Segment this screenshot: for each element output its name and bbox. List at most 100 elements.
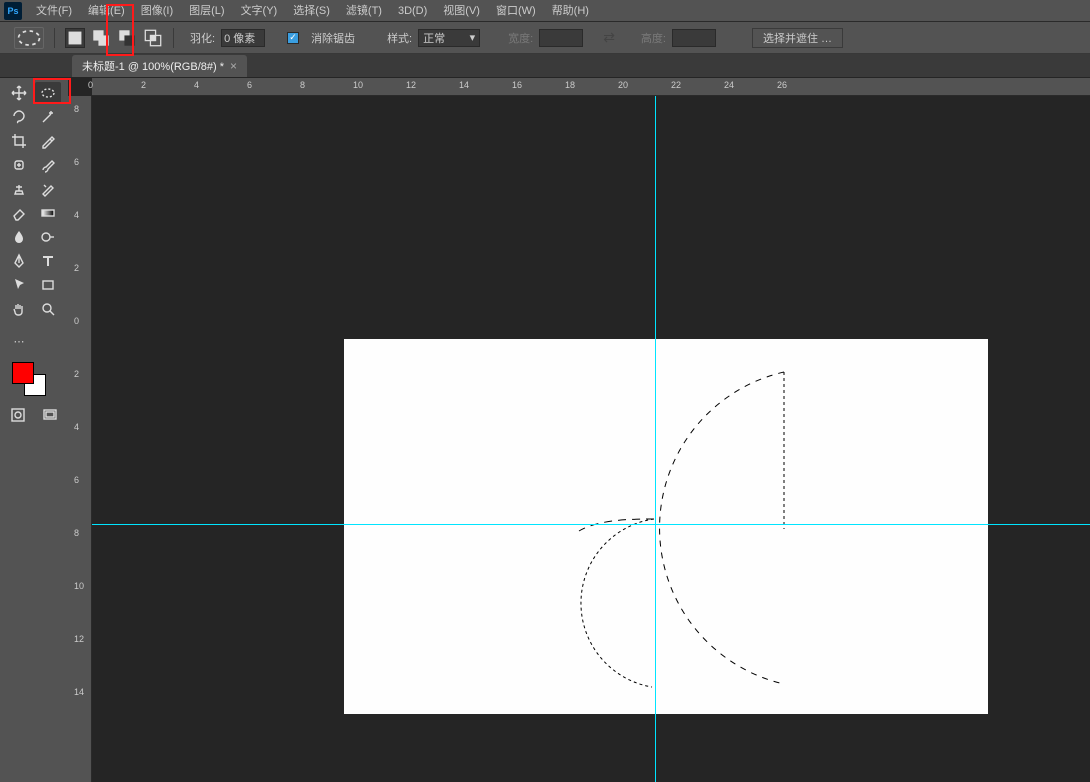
- ruler-tick: 12: [406, 80, 416, 90]
- ruler-tick: 10: [353, 80, 363, 90]
- ruler-tick: 18: [565, 80, 575, 90]
- crop-tool[interactable]: [6, 130, 32, 152]
- ruler-tick: 24: [724, 80, 734, 90]
- ruler-tick: 8: [74, 104, 79, 114]
- feather-label: 羽化:: [190, 30, 215, 46]
- style-select[interactable]: 正常 ▾: [418, 29, 480, 47]
- select-and-mask-button[interactable]: 选择并遮住 …: [752, 28, 843, 48]
- ruler-horizontal[interactable]: 02468101214161820222426: [92, 78, 1090, 96]
- menu-file[interactable]: 文件(F): [28, 0, 80, 22]
- menu-bar: Ps 文件(F) 编辑(E) 图像(I) 图层(L) 文字(Y) 选择(S) 滤…: [0, 0, 1090, 22]
- selection-subtract-button[interactable]: [117, 28, 137, 48]
- menu-select[interactable]: 选择(S): [285, 0, 338, 22]
- selection-add-button[interactable]: [91, 28, 111, 48]
- chevron-down-icon: ▾: [470, 31, 476, 44]
- dodge-tool[interactable]: [35, 226, 61, 248]
- ruler-tick: 16: [512, 80, 522, 90]
- selection-new-button[interactable]: [65, 28, 85, 48]
- move-tool[interactable]: [6, 82, 32, 104]
- gradient-tool[interactable]: [35, 202, 61, 224]
- menu-image[interactable]: 图像(I): [133, 0, 181, 22]
- feather-input[interactable]: [221, 29, 265, 47]
- union-icon: [92, 29, 110, 47]
- ruler-tick: 4: [74, 422, 79, 432]
- eyedropper-tool[interactable]: [35, 130, 61, 152]
- spot-heal-tool[interactable]: [6, 154, 32, 176]
- menu-type[interactable]: 文字(Y): [233, 0, 286, 22]
- separator: [54, 28, 55, 48]
- menu-window[interactable]: 窗口(W): [488, 0, 544, 22]
- menu-layer[interactable]: 图层(L): [181, 0, 232, 22]
- ruler-vertical[interactable]: 8 6 4 2 0 2 4 6 8 10 12 14: [68, 96, 92, 782]
- brush-tool[interactable]: [35, 154, 61, 176]
- style-value: 正常: [423, 30, 445, 46]
- ruler-tick: 2: [74, 369, 79, 379]
- ruler-tick: 0: [88, 80, 93, 90]
- selection-marquee-small: [544, 509, 724, 699]
- pen-tool[interactable]: [6, 250, 32, 272]
- quick-mask-toggle[interactable]: [6, 404, 30, 426]
- foreground-color-swatch[interactable]: [12, 362, 34, 384]
- guide-vertical[interactable]: [655, 96, 656, 782]
- path-select-tool[interactable]: [6, 274, 32, 296]
- rectangle-tool[interactable]: [35, 274, 61, 296]
- toolbox: ⋯: [0, 78, 68, 430]
- ruler-tick: 22: [671, 80, 681, 90]
- ruler-tick: 10: [74, 581, 84, 591]
- ellipse-marquee-tool[interactable]: [35, 82, 61, 104]
- document-tab-title: 未标题-1 @ 100%(RGB/8#) *: [82, 58, 224, 74]
- antialias-checkbox[interactable]: ✓: [287, 32, 299, 44]
- document-canvas[interactable]: [344, 339, 988, 714]
- eraser-tool[interactable]: [6, 202, 32, 224]
- ruler-tick: 8: [74, 528, 79, 538]
- ruler-tick: 6: [247, 80, 252, 90]
- ruler-tick: 4: [74, 210, 79, 220]
- swap-dimensions-icon: ⇄: [603, 29, 615, 46]
- intersect-icon: [144, 29, 162, 47]
- canvas-viewport[interactable]: [92, 96, 1090, 782]
- menu-filter[interactable]: 滤镜(T): [338, 0, 390, 22]
- hand-tool[interactable]: [6, 298, 32, 320]
- close-icon[interactable]: ×: [230, 59, 237, 73]
- history-brush-tool[interactable]: [35, 178, 61, 200]
- ruler-tick: 4: [194, 80, 199, 90]
- ruler-tick: 12: [74, 634, 84, 644]
- options-bar: 羽化: ✓ 消除锯齿 样式: 正常▾ 宽度: ⇄ 高度: 选择并遮住 …: [0, 22, 1090, 54]
- menu-view[interactable]: 视图(V): [435, 0, 488, 22]
- color-swatches[interactable]: [6, 354, 62, 398]
- height-label: 高度:: [641, 30, 666, 46]
- document-tab-row: 未标题-1 @ 100%(RGB/8#) * ×: [0, 54, 1090, 78]
- menu-edit[interactable]: 编辑(E): [80, 0, 133, 22]
- menu-help[interactable]: 帮助(H): [544, 0, 597, 22]
- separator: [173, 28, 174, 48]
- app-logo: Ps: [4, 2, 22, 20]
- ruler-tick: 2: [74, 263, 79, 273]
- ruler-tick: 14: [74, 687, 84, 697]
- guide-horizontal[interactable]: [92, 524, 1090, 525]
- ruler-tick: 14: [459, 80, 469, 90]
- antialias-label: 消除锯齿: [311, 30, 355, 46]
- width-label: 宽度:: [508, 30, 533, 46]
- document-tab[interactable]: 未标题-1 @ 100%(RGB/8#) * ×: [72, 55, 247, 77]
- ruler-tick: 26: [777, 80, 787, 90]
- subtract-icon: [118, 29, 136, 47]
- magic-wand-tool[interactable]: [35, 106, 61, 128]
- toolbox-more[interactable]: ⋯: [6, 330, 32, 352]
- lasso-tool[interactable]: [6, 106, 32, 128]
- screen-mode-toggle[interactable]: [38, 404, 62, 426]
- blur-tool[interactable]: [6, 226, 32, 248]
- ruler-tick: 20: [618, 80, 628, 90]
- width-input: [539, 29, 583, 47]
- clone-stamp-tool[interactable]: [6, 178, 32, 200]
- ruler-tick: 6: [74, 157, 79, 167]
- type-tool[interactable]: [35, 250, 61, 272]
- height-input: [672, 29, 716, 47]
- ruler-tick: 8: [300, 80, 305, 90]
- ruler-tick: 2: [141, 80, 146, 90]
- zoom-tool[interactable]: [35, 298, 61, 320]
- ruler-tick: 0: [74, 316, 79, 326]
- ruler-tick: 6: [74, 475, 79, 485]
- selection-intersect-button[interactable]: [143, 28, 163, 48]
- current-tool-indicator[interactable]: [14, 27, 44, 49]
- menu-3d[interactable]: 3D(D): [390, 0, 435, 22]
